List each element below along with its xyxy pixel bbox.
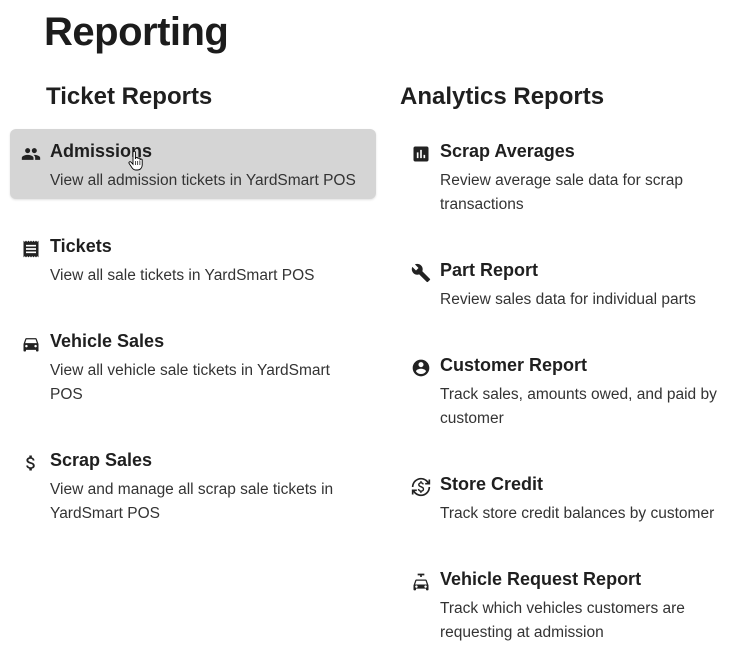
report-description: View all sale tickets in YardSmart POS <box>50 267 315 284</box>
currency-exchange-icon <box>410 476 432 498</box>
car-icon <box>20 333 42 355</box>
analytics-reports-heading: Analytics Reports <box>400 83 605 110</box>
report-item-part-report[interactable]: Part Report Review sales data for indivi… <box>400 248 732 318</box>
blank-patch <box>8 78 44 112</box>
report-item-scrap-averages[interactable]: Scrap Averages Review average sale data … <box>400 129 732 223</box>
people-icon <box>20 143 42 165</box>
report-item-store-credit[interactable]: Store Credit Track store credit balances… <box>400 462 732 532</box>
report-item-customer-report[interactable]: Customer Report Track sales, amounts owe… <box>400 343 732 437</box>
report-item-vehicle-request-report[interactable]: Vehicle Request Report Track which vehic… <box>400 557 732 651</box>
report-description: Track store credit balances by customer <box>440 505 715 522</box>
report-description: View and manage all scrap sale tickets i… <box>50 481 334 522</box>
hand-pointer-cursor-icon <box>128 151 143 171</box>
report-description: Review sales data for individual parts <box>440 291 696 308</box>
ticket-reports-heading: Ticket Reports <box>46 83 213 110</box>
page-title: Reporting <box>44 10 229 54</box>
report-description: View all vehicle sale tickets in YardSma… <box>50 362 330 403</box>
receipt-icon <box>20 238 42 260</box>
report-title: Scrap Sales <box>50 450 153 470</box>
report-item-vehicle-sales[interactable]: Vehicle Sales View all vehicle sale tick… <box>10 319 376 413</box>
report-title: Vehicle Request Report <box>440 569 642 589</box>
report-title: Store Credit <box>440 474 544 494</box>
report-title: Customer Report <box>440 355 588 375</box>
dollar-icon <box>20 452 42 474</box>
report-description: View all admission tickets in YardSmart … <box>50 172 356 189</box>
report-title: Part Report <box>440 260 539 280</box>
report-description: Track sales, amounts owed, and paid by c… <box>440 386 717 427</box>
report-description: Track which vehicles customers are reque… <box>440 600 685 641</box>
car-request-icon <box>410 571 432 593</box>
wrench-icon <box>410 262 432 284</box>
report-description: Review average sale data for scrap trans… <box>440 172 683 213</box>
blank-patch <box>4 14 38 56</box>
account-circle-icon <box>410 357 432 379</box>
report-title: Tickets <box>50 236 112 256</box>
report-title: Scrap Averages <box>440 141 575 161</box>
report-item-tickets[interactable]: Tickets View all sale tickets in YardSma… <box>10 224 376 294</box>
report-title: Vehicle Sales <box>50 331 165 351</box>
report-item-scrap-sales[interactable]: Scrap Sales View and manage all scrap sa… <box>10 438 376 532</box>
bar-chart-icon <box>410 143 432 165</box>
report-item-admissions[interactable]: Admissions View all admission tickets in… <box>10 129 376 199</box>
